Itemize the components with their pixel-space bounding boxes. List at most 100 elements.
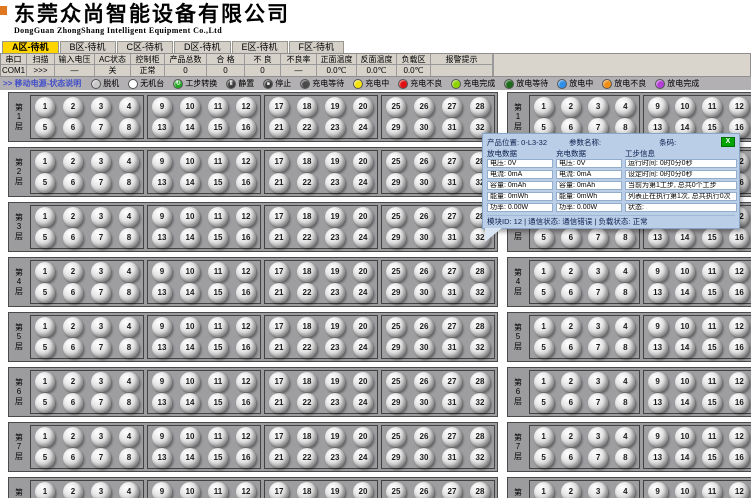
battery-cell[interactable]: 13 xyxy=(152,118,172,138)
battery-cell[interactable]: 22 xyxy=(297,118,317,138)
battery-cell[interactable]: 11 xyxy=(208,482,228,498)
battery-cell[interactable]: 9 xyxy=(152,427,172,447)
battery-cell[interactable]: 6 xyxy=(561,228,581,248)
battery-cell[interactable]: 20 xyxy=(353,317,373,337)
battery-cell[interactable]: 13 xyxy=(648,228,668,248)
battery-cell[interactable]: 16 xyxy=(236,448,256,468)
battery-cell[interactable]: 4 xyxy=(119,262,139,282)
battery-cell[interactable]: 1 xyxy=(35,152,55,172)
battery-cell[interactable]: 29 xyxy=(386,173,406,193)
tab-zone-0[interactable]: A区-待机 xyxy=(2,41,59,53)
battery-cell[interactable]: 12 xyxy=(236,152,256,172)
battery-cell[interactable]: 3 xyxy=(588,482,608,498)
battery-cell[interactable]: 26 xyxy=(414,427,434,447)
battery-cell[interactable]: 20 xyxy=(353,207,373,227)
battery-cell[interactable]: 18 xyxy=(297,317,317,337)
battery-cell[interactable]: 7 xyxy=(91,118,111,138)
tab-zone-5[interactable]: F区-待机 xyxy=(289,41,345,53)
battery-cell[interactable]: 24 xyxy=(353,393,373,413)
battery-cell[interactable]: 27 xyxy=(442,482,462,498)
battery-cell[interactable]: 23 xyxy=(325,228,345,248)
battery-cell[interactable]: 10 xyxy=(180,262,200,282)
battery-cell[interactable]: 4 xyxy=(615,262,635,282)
battery-cell[interactable]: 30 xyxy=(414,228,434,248)
battery-cell[interactable]: 4 xyxy=(615,482,635,498)
battery-cell[interactable]: 19 xyxy=(325,317,345,337)
battery-cell[interactable]: 2 xyxy=(63,152,83,172)
battery-cell[interactable]: 16 xyxy=(729,338,749,358)
battery-cell[interactable]: 15 xyxy=(208,118,228,138)
tab-zone-1[interactable]: B区-待机 xyxy=(60,41,116,53)
battery-cell[interactable]: 10 xyxy=(675,97,695,117)
battery-cell[interactable]: 24 xyxy=(353,448,373,468)
battery-cell[interactable]: 5 xyxy=(35,283,55,303)
battery-cell[interactable]: 27 xyxy=(442,97,462,117)
battery-cell[interactable]: 17 xyxy=(269,97,289,117)
battery-cell[interactable]: 26 xyxy=(414,207,434,227)
battery-cell[interactable]: 18 xyxy=(297,152,317,172)
battery-cell[interactable]: 25 xyxy=(386,207,406,227)
battery-cell[interactable]: 5 xyxy=(534,228,554,248)
battery-cell[interactable]: 7 xyxy=(91,283,111,303)
battery-cell[interactable]: 13 xyxy=(152,338,172,358)
battery-cell[interactable]: 9 xyxy=(648,427,668,447)
battery-cell[interactable]: 20 xyxy=(353,262,373,282)
battery-cell[interactable]: 27 xyxy=(442,427,462,447)
battery-cell[interactable]: 15 xyxy=(208,338,228,358)
battery-cell[interactable]: 15 xyxy=(208,393,228,413)
battery-cell[interactable]: 3 xyxy=(588,262,608,282)
battery-cell[interactable]: 4 xyxy=(119,372,139,392)
battery-cell[interactable]: 27 xyxy=(442,262,462,282)
battery-cell[interactable]: 8 xyxy=(615,393,635,413)
battery-cell[interactable]: 16 xyxy=(729,448,749,468)
battery-cell[interactable]: 8 xyxy=(119,448,139,468)
battery-cell[interactable]: 1 xyxy=(534,97,554,117)
battery-cell[interactable]: 6 xyxy=(63,118,83,138)
battery-cell[interactable]: 22 xyxy=(297,228,317,248)
battery-cell[interactable]: 7 xyxy=(588,448,608,468)
battery-cell[interactable]: 20 xyxy=(353,152,373,172)
battery-cell[interactable]: 4 xyxy=(119,207,139,227)
battery-cell[interactable]: 21 xyxy=(269,448,289,468)
battery-cell[interactable]: 12 xyxy=(729,262,749,282)
battery-cell[interactable]: 26 xyxy=(414,482,434,498)
battery-cell[interactable]: 18 xyxy=(297,427,317,447)
battery-cell[interactable]: 30 xyxy=(414,393,434,413)
battery-cell[interactable]: 5 xyxy=(534,283,554,303)
battery-cell[interactable]: 7 xyxy=(588,393,608,413)
battery-cell[interactable]: 24 xyxy=(353,283,373,303)
battery-cell[interactable]: 16 xyxy=(729,283,749,303)
battery-cell[interactable]: 28 xyxy=(470,97,490,117)
battery-cell[interactable]: 21 xyxy=(269,228,289,248)
battery-cell[interactable]: 1 xyxy=(534,427,554,447)
battery-cell[interactable]: 4 xyxy=(119,97,139,117)
battery-cell[interactable]: 9 xyxy=(152,97,172,117)
battery-cell[interactable]: 29 xyxy=(386,393,406,413)
battery-cell[interactable]: 17 xyxy=(269,372,289,392)
battery-cell[interactable]: 15 xyxy=(702,338,722,358)
battery-cell[interactable]: 2 xyxy=(63,97,83,117)
battery-cell[interactable]: 2 xyxy=(561,482,581,498)
battery-cell[interactable]: 5 xyxy=(35,228,55,248)
battery-cell[interactable]: 14 xyxy=(675,228,695,248)
battery-cell[interactable]: 3 xyxy=(91,317,111,337)
battery-cell[interactable]: 12 xyxy=(729,97,749,117)
battery-cell[interactable]: 3 xyxy=(91,372,111,392)
battery-cell[interactable]: 29 xyxy=(386,118,406,138)
battery-cell[interactable]: 8 xyxy=(119,393,139,413)
battery-cell[interactable]: 2 xyxy=(561,317,581,337)
battery-cell[interactable]: 1 xyxy=(35,372,55,392)
battery-cell[interactable]: 8 xyxy=(119,283,139,303)
battery-cell[interactable]: 19 xyxy=(325,152,345,172)
battery-cell[interactable]: 31 xyxy=(442,118,462,138)
battery-cell[interactable]: 7 xyxy=(91,228,111,248)
battery-cell[interactable]: 6 xyxy=(63,283,83,303)
battery-cell[interactable]: 10 xyxy=(180,152,200,172)
battery-cell[interactable]: 4 xyxy=(615,427,635,447)
battery-cell[interactable]: 13 xyxy=(648,448,668,468)
battery-cell[interactable]: 10 xyxy=(180,372,200,392)
battery-cell[interactable]: 21 xyxy=(269,173,289,193)
battery-cell[interactable]: 14 xyxy=(180,338,200,358)
battery-cell[interactable]: 27 xyxy=(442,317,462,337)
battery-cell[interactable]: 1 xyxy=(35,207,55,227)
